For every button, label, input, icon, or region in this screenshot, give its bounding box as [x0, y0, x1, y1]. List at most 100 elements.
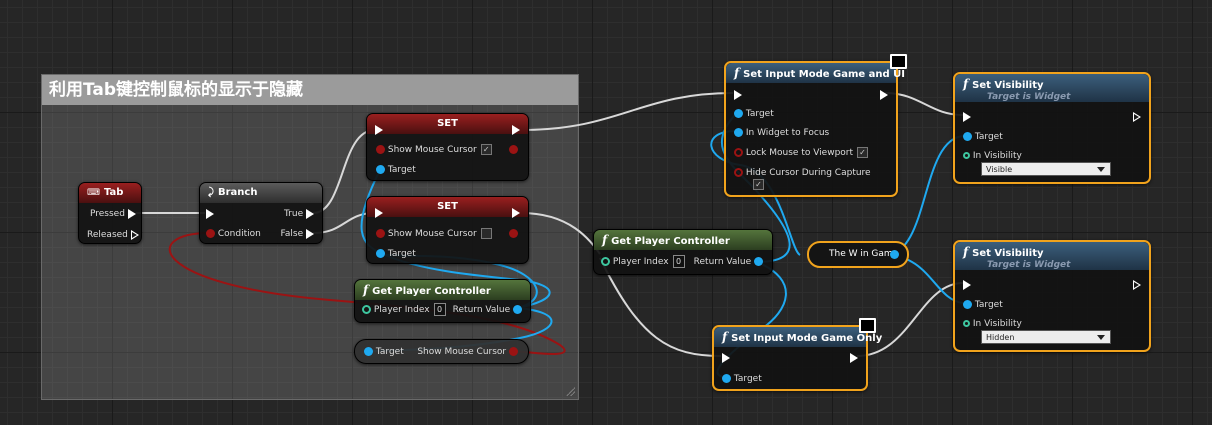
bool-out-pin-icon[interactable]: [509, 347, 518, 356]
true-exec-pin-icon[interactable]: [306, 208, 314, 219]
get-player-controller-node-2[interactable]: f Get Player Controller Player Index 0 Ret…: [593, 229, 773, 275]
player-index-input[interactable]: 0: [433, 303, 446, 316]
smgui-header[interactable]: f Set Input Mode Game and UI: [726, 63, 905, 83]
target-pin-icon[interactable]: [722, 374, 731, 383]
bool-pin-icon[interactable]: [376, 229, 385, 238]
smgo-exec-out[interactable]: [850, 351, 858, 365]
set1-exec-out[interactable]: [512, 123, 520, 137]
getter-target-row[interactable]: Target: [364, 345, 404, 359]
gpc2-return-row[interactable]: Return Value: [694, 255, 763, 269]
exec-out-pin-icon[interactable]: [1133, 111, 1141, 122]
player-index-pin-icon[interactable]: [601, 257, 610, 266]
lock-mouse-checkbox[interactable]: ✓: [857, 147, 869, 158]
variable-out-pin-icon[interactable]: [890, 250, 899, 259]
set1-value-out[interactable]: [509, 143, 518, 157]
bool-pin-icon[interactable]: [376, 145, 385, 154]
sv2-exec-in[interactable]: [963, 278, 971, 292]
target-pin-icon[interactable]: [963, 300, 972, 309]
player-index-pin-icon[interactable]: [362, 305, 371, 314]
show-mouse-cursor-getter-node[interactable]: Target Show Mouse Cursor: [354, 339, 529, 364]
false-exec-pin-icon[interactable]: [306, 228, 314, 239]
branch-node-header[interactable]: ⤸ Branch: [200, 183, 322, 203]
smgo-exec-in[interactable]: [722, 351, 730, 365]
exec-in-pin-icon[interactable]: [206, 208, 214, 219]
set2-value-out[interactable]: [509, 227, 518, 241]
set-show-cursor-false-node[interactable]: SET Show Mouse Cursor Target: [366, 196, 529, 264]
set-visibility-node-1[interactable]: f Set Visibility Target is Widget Target …: [953, 72, 1151, 184]
gpc1-header[interactable]: f Get Player Controller: [355, 280, 530, 300]
hide-cursor-pin-icon[interactable]: [734, 168, 743, 177]
smgui-hide-check-row[interactable]: ✓: [753, 178, 764, 192]
exec-in-pin-icon[interactable]: [375, 124, 383, 135]
pressed-pin-row[interactable]: Pressed: [90, 207, 136, 221]
exec-out-pin-icon[interactable]: [512, 207, 520, 218]
sv2-visibility-row[interactable]: In Visibility: [963, 317, 1022, 331]
pressed-exec-pin-icon[interactable]: [127, 208, 136, 219]
set-input-mode-game-only-node[interactable]: f Set Input Mode Game Only Target: [712, 325, 882, 391]
visibility-pin-icon[interactable]: [963, 152, 970, 159]
branch-node[interactable]: ⤸ Branch True Condition False: [199, 182, 323, 244]
the-w-in-game-variable-node[interactable]: The W in Game: [807, 241, 909, 268]
smgo-header[interactable]: f Set Input Mode Game Only: [714, 327, 882, 347]
set2-header[interactable]: SET: [367, 197, 528, 217]
lock-mouse-pin-icon[interactable]: [734, 148, 743, 157]
blueprint-graph-canvas[interactable]: 利用Tab键控制鼠标的显示于隐藏 ⌨ Tab Pressed Released …: [0, 0, 1212, 425]
visibility-dropdown-hidden[interactable]: Hidden: [981, 330, 1111, 344]
target-pin-icon[interactable]: [963, 132, 972, 141]
target-pin-icon[interactable]: [376, 165, 385, 174]
false-pin-row[interactable]: False: [281, 227, 314, 241]
smgui-exec-in[interactable]: [734, 88, 742, 102]
sv1-exec-out[interactable]: [1133, 110, 1141, 124]
set-input-mode-game-and-ui-node[interactable]: f Set Input Mode Game and UI Target In Wi…: [724, 61, 905, 197]
set1-target-row[interactable]: Target: [376, 163, 416, 177]
sv1-target-row[interactable]: Target: [963, 130, 1003, 144]
target-pin-icon[interactable]: [734, 109, 743, 118]
released-pin-row[interactable]: Released: [87, 228, 139, 242]
set2-value-row[interactable]: Show Mouse Cursor: [376, 227, 492, 241]
exec-out-pin-icon[interactable]: [1133, 279, 1141, 290]
gpc2-header[interactable]: f Get Player Controller: [594, 230, 772, 250]
sv2-target-row[interactable]: Target: [963, 298, 1003, 312]
target-pin-icon[interactable]: [376, 249, 385, 258]
exec-in-pin-icon[interactable]: [963, 111, 971, 122]
set2-exec-out[interactable]: [512, 206, 520, 220]
bool-out-pin-icon[interactable]: [509, 229, 518, 238]
smgui-widget-row[interactable]: In Widget to Focus: [734, 126, 829, 140]
show-cursor-checkbox-unchecked[interactable]: [480, 228, 492, 239]
sv2-exec-out[interactable]: [1133, 278, 1141, 292]
set1-header[interactable]: SET: [367, 114, 528, 134]
sv2-header[interactable]: f Set Visibility Target is Widget: [955, 242, 1149, 270]
branch-exec-in-row[interactable]: [206, 207, 214, 221]
gpc1-index-row[interactable]: Player Index 0: [362, 303, 446, 317]
hide-cursor-checkbox[interactable]: ✓: [753, 179, 764, 190]
gpc1-return-row[interactable]: Return Value: [453, 303, 522, 317]
set2-target-row[interactable]: Target: [376, 247, 416, 261]
smgui-target-row[interactable]: Target: [734, 107, 774, 121]
smgo-target-row[interactable]: Target: [722, 372, 762, 386]
exec-in-pin-icon[interactable]: [722, 352, 730, 363]
sv1-exec-in[interactable]: [963, 110, 971, 124]
smgui-lock-row[interactable]: Lock Mouse to Viewport ✓: [734, 146, 869, 160]
exec-in-pin-icon[interactable]: [375, 207, 383, 218]
get-player-controller-node-1[interactable]: f Get Player Controller Player Index 0 Ret…: [354, 279, 531, 323]
exec-out-pin-icon[interactable]: [850, 352, 858, 363]
set1-value-row[interactable]: Show Mouse Cursor ✓: [376, 143, 492, 157]
set2-exec-in[interactable]: [375, 206, 383, 220]
comment-title[interactable]: 利用Tab键控制鼠标的显示于隐藏: [42, 75, 578, 105]
exec-in-pin-icon[interactable]: [963, 279, 971, 290]
set-visibility-node-2[interactable]: f Set Visibility Target is Widget Target …: [953, 240, 1151, 352]
set-show-cursor-true-node[interactable]: SET Show Mouse Cursor ✓ Target: [366, 113, 529, 181]
exec-out-pin-icon[interactable]: [880, 89, 888, 100]
visibility-dropdown-visible[interactable]: Visible: [981, 162, 1111, 176]
released-exec-pin-icon[interactable]: [130, 229, 139, 240]
condition-pin-icon[interactable]: [206, 229, 215, 238]
widget-pin-icon[interactable]: [734, 128, 743, 137]
set1-exec-in[interactable]: [375, 123, 383, 137]
tab-event-node[interactable]: ⌨ Tab Pressed Released: [78, 182, 142, 244]
return-value-pin-icon[interactable]: [754, 257, 763, 266]
sv1-visibility-row[interactable]: In Visibility: [963, 149, 1022, 163]
exec-out-pin-icon[interactable]: [512, 124, 520, 135]
show-cursor-checkbox-checked[interactable]: ✓: [480, 144, 492, 155]
true-pin-row[interactable]: True: [284, 207, 314, 221]
gpc2-index-row[interactable]: Player Index 0: [601, 255, 685, 269]
